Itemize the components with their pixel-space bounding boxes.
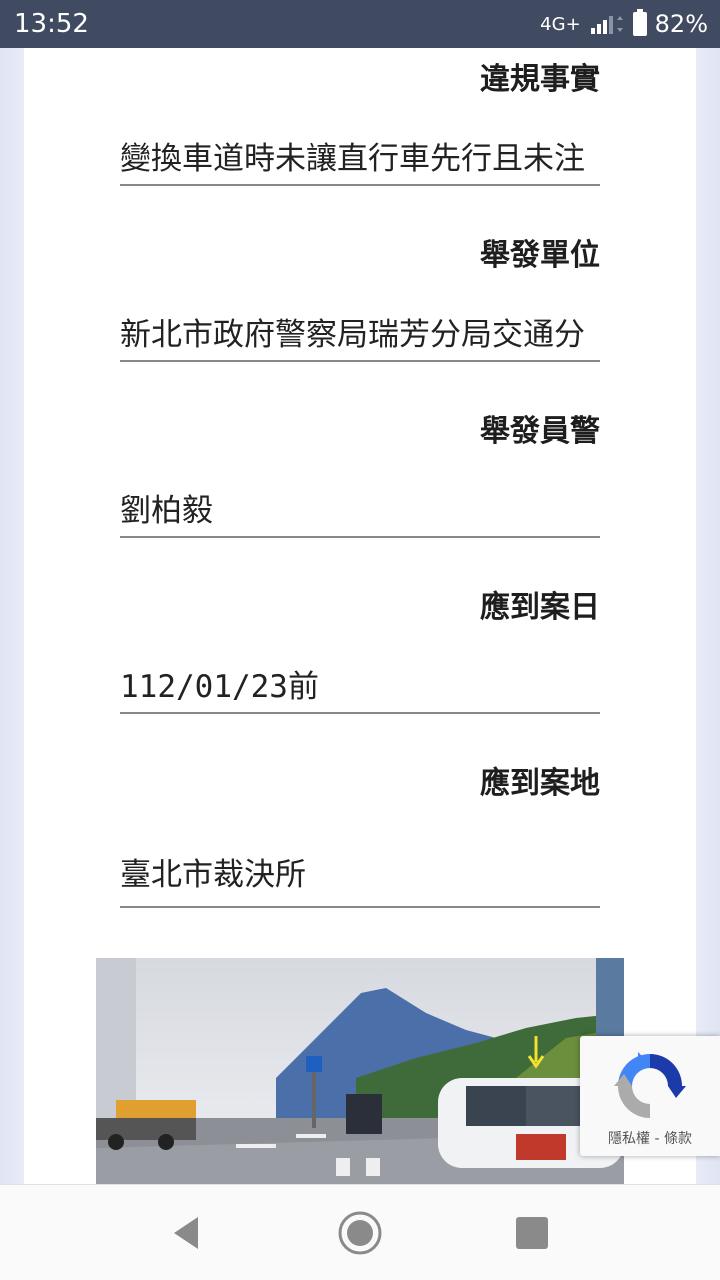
dashcam-scene	[96, 958, 624, 1184]
field-due-place: 應到案地 臺北市裁決所	[120, 762, 600, 908]
status-icons: 4G+ 82%	[540, 9, 708, 38]
back-button[interactable]	[164, 1209, 212, 1257]
form-card: 違規事實 變換車道時未讓直行車先行且未注 舉發單位 新北市政府警察局瑞芳分局交通…	[24, 48, 696, 1184]
recaptcha-links[interactable]: 隱私權 - 條款	[580, 1128, 720, 1148]
recents-button[interactable]	[508, 1209, 556, 1257]
network-type: 4G+	[540, 13, 581, 35]
signal-icon	[590, 16, 623, 34]
battery-level: 82%	[654, 10, 708, 38]
reporting-officer-input[interactable]: 劉柏毅	[120, 484, 600, 538]
home-button[interactable]	[336, 1209, 384, 1257]
field-violation-fact: 違規事實 變換車道時未讓直行車先行且未注	[120, 58, 600, 186]
reporting-unit-input[interactable]: 新北市政府警察局瑞芳分局交通分	[120, 308, 600, 362]
battery-icon	[632, 9, 647, 36]
navigation-bar	[0, 1184, 720, 1280]
violation-fact-input[interactable]: 變換車道時未讓直行車先行且未注	[120, 132, 600, 186]
field-label: 違規事實	[480, 62, 600, 97]
field-due-date: 應到案日 112/01/23前	[120, 586, 600, 714]
recaptcha-icon	[614, 1052, 686, 1118]
back-icon	[174, 1217, 198, 1249]
field-label: 應到案日	[480, 590, 600, 625]
field-label: 舉發單位	[480, 238, 600, 273]
status-bar: 13:52 4G+ 82%	[0, 0, 720, 48]
home-icon	[338, 1211, 382, 1255]
field-reporting-unit: 舉發單位 新北市政府警察局瑞芳分局交通分	[120, 234, 600, 362]
field-label: 舉發員警	[480, 414, 600, 449]
recaptcha-badge[interactable]: 隱私權 - 條款	[580, 1036, 720, 1156]
due-date-input[interactable]: 112/01/23前	[120, 660, 600, 714]
due-place-input[interactable]: 臺北市裁決所	[120, 848, 600, 908]
field-label: 應到案地	[480, 766, 600, 801]
field-reporting-officer: 舉發員警 劉柏毅	[120, 410, 600, 538]
recents-icon	[516, 1217, 548, 1249]
status-time: 13:52	[14, 9, 89, 39]
evidence-photo[interactable]	[96, 958, 624, 1184]
